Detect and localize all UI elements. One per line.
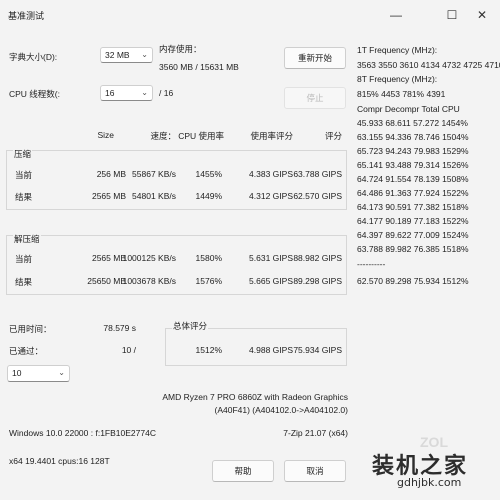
cpu-threads-label: CPU 线程数(: xyxy=(9,89,61,99)
log-row: 65.723 94.243 79.983 1529% xyxy=(357,146,469,156)
dict-size-label: 字典大小(D): xyxy=(9,52,58,62)
compress-current-rpu: 4.383 GIPS xyxy=(249,169,293,179)
total-rating: 75.934 GIPS xyxy=(293,345,342,355)
log-row: 64.173 90.591 77.382 1518% xyxy=(357,202,469,212)
decompress-result-speed: 1003678 KB/s xyxy=(122,276,176,286)
total-rpu: 4.988 GIPS xyxy=(249,345,293,355)
decompress-current-speed: 1000125 KB/s xyxy=(122,253,176,263)
dict-size-select[interactable]: 32 MB ⌄ xyxy=(100,47,153,63)
total-rating-heading: 总体评分 xyxy=(172,320,209,332)
compress-group xyxy=(6,150,347,210)
col-header-rating: 评分 xyxy=(324,131,342,141)
elapsed-time-value: 78.579 s xyxy=(103,323,136,333)
log-separator: ---------- xyxy=(357,259,386,269)
passes-value: 10 / xyxy=(121,345,136,355)
compress-current-rating: 63.788 GIPS xyxy=(293,169,342,179)
freq-1t-label: 1T Frequency (MHz): xyxy=(357,45,438,55)
decompress-current-rating: 88.982 GIPS xyxy=(293,253,342,263)
log-row: 64.397 89.622 77.009 1524% xyxy=(357,230,469,240)
decompress-result-rating: 89.298 GIPS xyxy=(293,276,342,286)
cpu-id: (A40F41) (A404102.0->A404102.0) xyxy=(214,405,349,415)
cpu-threads-total: / 16 xyxy=(159,88,174,98)
log-header: Compr Decompr Total CPU xyxy=(357,104,460,114)
decompress-current-rpu: 5.631 GIPS xyxy=(249,253,293,263)
os-info: Windows 10.0 22000 : f:1FB10E2774C xyxy=(9,428,156,438)
compress-result-rating: 62.570 GIPS xyxy=(293,191,342,201)
log-row: 64.486 91.363 77.924 1522% xyxy=(357,188,469,198)
compress-current-speed: 55867 KB/s xyxy=(132,169,176,179)
cancel-button[interactable]: 取消 xyxy=(284,460,346,482)
compress-result-label: 结果 xyxy=(15,192,33,202)
dict-size-value: 32 MB xyxy=(105,50,130,60)
app-version: 7-Zip 21.07 (x64) xyxy=(283,428,348,438)
compress-current-cpu: 1455% xyxy=(195,169,222,179)
col-header-cpu-usage: CPU 使用率 xyxy=(178,131,224,141)
decompress-result-cpu: 1576% xyxy=(195,276,222,286)
log-row: 63.788 89.982 76.385 1518% xyxy=(357,244,469,254)
compress-current-label: 当前 xyxy=(15,170,33,180)
stop-button[interactable]: 停止 xyxy=(284,87,346,109)
log-row: 64.177 90.189 77.183 1522% xyxy=(357,216,469,226)
freq-1t-values: 3563 3550 3610 4134 4732 4725 4710 xyxy=(357,60,500,70)
decompress-result-rpu: 5.665 GIPS xyxy=(249,276,293,286)
freq-8t-values: 815% 4453 781% 4391 xyxy=(357,89,446,99)
chevron-down-icon: ⌄ xyxy=(58,368,65,377)
restart-button[interactable]: 重新开始 xyxy=(284,47,346,69)
col-header-rating-per-usage: 使用率评分 xyxy=(250,131,293,141)
passes-select[interactable]: 10 ⌄ xyxy=(7,365,70,382)
compress-heading: 压缩 xyxy=(13,148,33,160)
window-title: 基准测试 xyxy=(8,11,45,21)
log-row: 65.141 93.488 79.314 1526% xyxy=(357,160,469,170)
arch-info: x64 19.4401 cpus:16 128T xyxy=(9,456,110,466)
log-row: 45.933 68.611 57.272 1454% xyxy=(357,118,468,128)
compress-result-cpu: 1449% xyxy=(195,191,222,201)
decompress-group xyxy=(6,235,347,295)
passes-select-value: 10 xyxy=(12,368,22,378)
minimize-button[interactable]: — xyxy=(381,4,411,26)
close-button[interactable]: ✕ xyxy=(467,4,497,26)
decompress-current-label: 当前 xyxy=(15,254,33,264)
log-row: 64.724 91.554 78.139 1508% xyxy=(357,174,469,184)
log-row: 63.155 94.336 78.746 1504% xyxy=(357,132,469,142)
freq-8t-label: 8T Frequency (MHz): xyxy=(357,74,438,84)
col-header-size: Size xyxy=(97,130,114,140)
decompress-result-label: 结果 xyxy=(15,277,33,287)
decompress-current-cpu: 1580% xyxy=(195,253,222,263)
title-bar xyxy=(0,0,500,30)
cpu-threads-value: 16 xyxy=(105,88,115,98)
log-total-row: 62.570 89.298 75.934 1512% xyxy=(357,276,469,286)
col-header-speed: 速度： xyxy=(150,131,176,141)
chevron-down-icon: ⌄ xyxy=(141,50,148,59)
chevron-down-icon: ⌄ xyxy=(141,88,148,97)
memory-usage-label: 内存使用： xyxy=(159,44,202,54)
elapsed-time-label: 已用时间： xyxy=(9,324,52,334)
total-cpu: 1512% xyxy=(195,345,222,355)
compress-result-speed: 54801 KB/s xyxy=(132,191,176,201)
maximize-button[interactable]: ☐ xyxy=(437,4,467,26)
decompress-heading: 解压缩 xyxy=(13,233,41,245)
cpu-threads-select[interactable]: 16 ⌄ xyxy=(100,85,153,101)
cpu-name: AMD Ryzen 7 PRO 6860Z with Radeon Graphi… xyxy=(162,392,348,402)
compress-result-rpu: 4.312 GIPS xyxy=(249,191,293,201)
watermark-url: gdhjbk.com xyxy=(397,476,462,489)
passes-label: 已通过： xyxy=(9,346,44,356)
help-button[interactable]: 帮助 xyxy=(212,460,274,482)
memory-usage-value: 3560 MB / 15631 MB xyxy=(159,62,239,72)
